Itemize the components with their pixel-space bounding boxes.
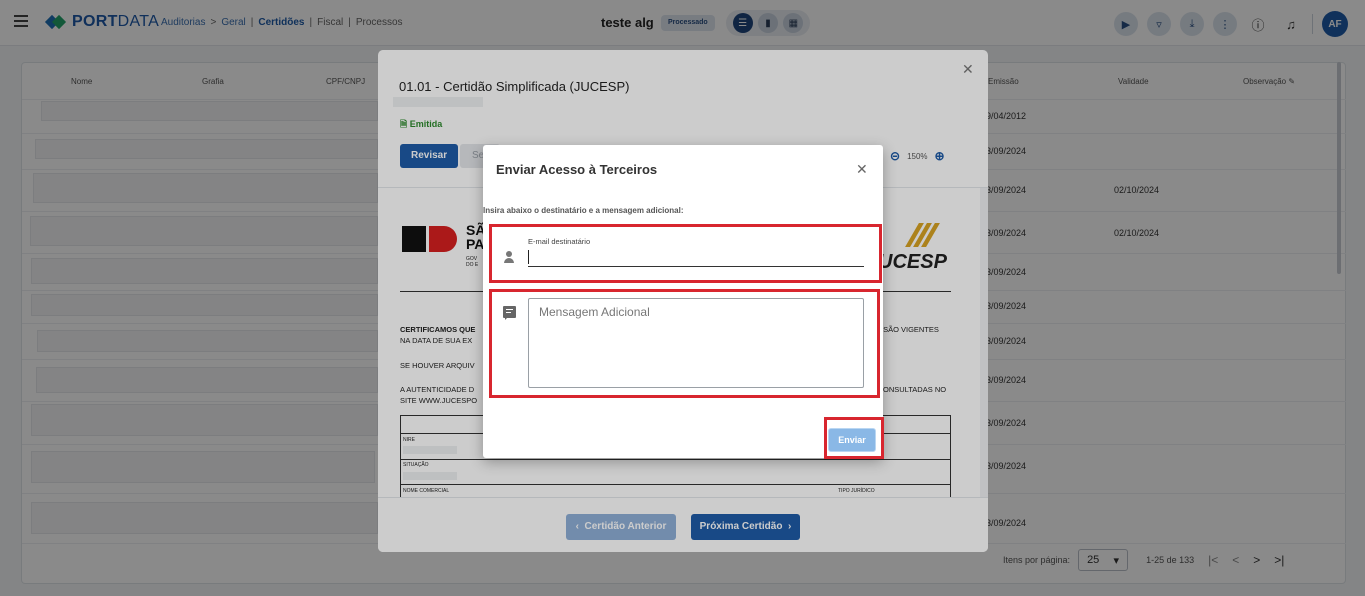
text-caret bbox=[528, 250, 529, 264]
person-icon bbox=[502, 249, 516, 263]
message-icon bbox=[503, 306, 516, 320]
send-button[interactable]: Enviar bbox=[828, 428, 876, 452]
close-icon[interactable]: ✕ bbox=[856, 161, 868, 178]
dialog-instruction: Insira abaixo o destinatário e a mensage… bbox=[483, 206, 684, 215]
email-field-label: E-mail destinatário bbox=[528, 237, 591, 246]
message-field[interactable] bbox=[528, 298, 864, 388]
email-field[interactable] bbox=[528, 249, 864, 267]
dialog-title: Enviar Acesso à Terceiros bbox=[496, 162, 658, 177]
send-access-dialog: Enviar Acesso à Terceiros ✕ Insira abaix… bbox=[483, 145, 884, 459]
